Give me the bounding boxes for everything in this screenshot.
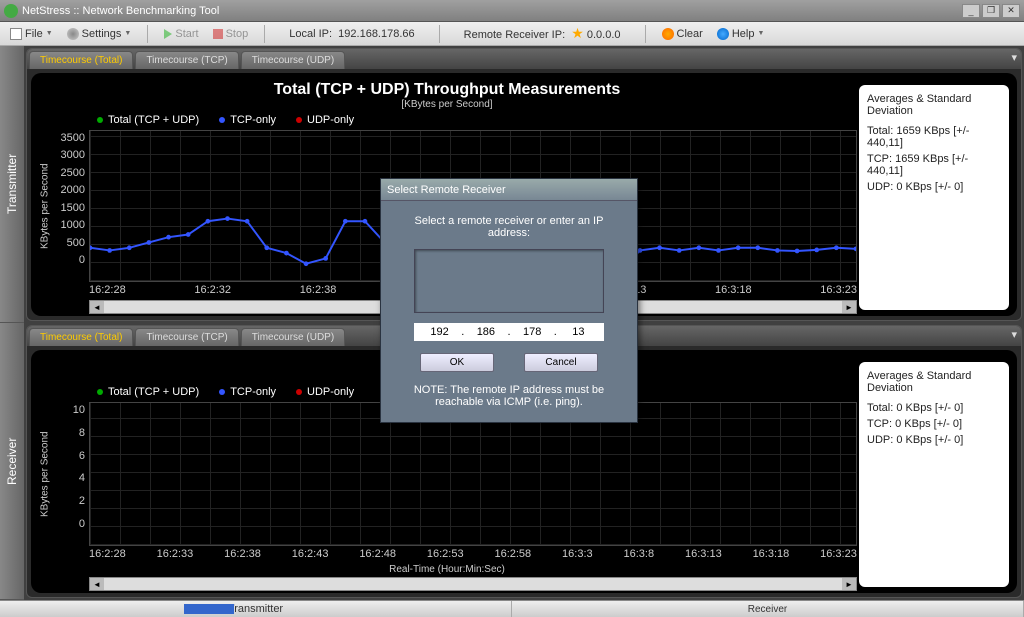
rx-stats-box: Averages & Standard Deviation Total: 0 K… [859,362,1009,587]
chart-subtitle: [KBytes per Second] [37,99,857,110]
stats-header: Averages & Standard Deviation [867,93,1001,117]
stop-button[interactable]: Stop [207,26,255,42]
minimize-button[interactable]: _ [962,4,980,18]
local-ip-label: Local IP: 192.168.178.66 [289,28,414,40]
legend-dot-total [97,389,103,395]
progress-indicator [184,604,234,614]
sidebar-receiver: Receiver [0,323,24,600]
dialog-title: Select Remote Receiver [381,179,637,201]
stat-tcp: TCP: 1659 KBps [+/- 440,11] [867,153,1001,177]
legend-dot-udp [296,389,302,395]
y-axis-label: KBytes per Second [37,130,53,282]
status-receiver: Receiver [512,601,1024,617]
clear-icon [662,28,674,40]
legend-dot-total [97,117,103,123]
dialog-note: NOTE: The remote IP address must be reac… [399,384,619,408]
tab-timecourse-total[interactable]: Timecourse (Total) [29,328,133,346]
dialog-prompt: Select a remote receiver or enter an IP … [399,215,619,239]
file-menu[interactable]: File▼ [4,26,59,42]
stat-udp: UDP: 0 KBps [+/- 0] [867,434,1001,446]
stat-total: Total: 1659 KBps [+/- 440,11] [867,125,1001,149]
legend-dot-tcp [219,117,225,123]
tab-timecourse-tcp[interactable]: Timecourse (TCP) [135,51,238,69]
rx-plot-area [89,402,857,546]
sidebar-transmitter: Transmitter [0,46,24,323]
status-transmitter: Transmitter [0,601,512,617]
y-ticks: 1086420 [53,402,89,546]
maximize-button[interactable]: ❐ [982,4,1000,18]
tab-timecourse-total[interactable]: Timecourse (Total) [29,51,133,69]
close-button[interactable]: ✕ [1002,4,1020,18]
chart-scrollbar[interactable]: ◄► [89,577,857,591]
ok-button[interactable]: OK [420,353,494,372]
panel-menu-icon[interactable]: ▾ [1011,328,1017,341]
main-toolbar: File▼ Settings▼ Start Stop Local IP: 192… [0,22,1024,46]
tab-timecourse-tcp[interactable]: Timecourse (TCP) [135,328,238,346]
remote-ip-label: Remote Receiver IP: ★ 0.0.0.0 [464,25,621,42]
chart-legend: Total (TCP + UDP) TCP-only UDP-only [97,114,857,126]
star-icon: ★ [571,25,584,41]
settings-menu[interactable]: Settings▼ [61,26,138,42]
section-sidebar: Transmitter Receiver [0,46,24,600]
x-axis-label: Real-Time (Hour:Min:Sec) [37,564,857,575]
legend-dot-tcp [219,389,225,395]
chart-title: Total (TCP + UDP) Throughput Measurement… [37,81,857,99]
status-bar: Transmitter Receiver [0,600,1024,617]
help-icon [717,28,729,40]
tab-timecourse-udp[interactable]: Timecourse (UDP) [241,328,345,346]
help-menu[interactable]: Help▼ [711,26,771,42]
play-icon [164,29,172,39]
stat-tcp: TCP: 0 KBps [+/- 0] [867,418,1001,430]
window-titlebar: NetStress :: Network Benchmarking Tool _… [0,0,1024,22]
select-remote-receiver-dialog: Select Remote Receiver Select a remote r… [380,178,638,423]
file-icon [10,28,22,40]
gear-icon [67,28,79,40]
stats-header: Averages & Standard Deviation [867,370,1001,394]
x-ticks: 16:2:2816:2:3316:2:3816:2:4316:2:4816:2:… [37,546,857,562]
tx-stats-box: Averages & Standard Deviation Total: 165… [859,85,1009,310]
stop-icon [213,29,223,39]
legend-dot-udp [296,117,302,123]
stat-total: Total: 0 KBps [+/- 0] [867,402,1001,414]
receiver-listbox[interactable] [414,249,604,313]
stat-udp: UDP: 0 KBps [+/- 0] [867,181,1001,193]
y-ticks: 3500300025002000150010005000 [53,130,89,282]
tab-timecourse-udp[interactable]: Timecourse (UDP) [241,51,345,69]
y-axis-label: KBytes per Second [37,402,53,546]
app-icon [4,4,18,18]
clear-button[interactable]: Clear [656,26,709,42]
ip-address-input[interactable]: 192. 186. 178. 13 [414,323,604,341]
window-title: NetStress :: Network Benchmarking Tool [22,5,219,17]
panel-menu-icon[interactable]: ▾ [1011,51,1017,64]
start-button[interactable]: Start [158,26,204,42]
cancel-button[interactable]: Cancel [524,353,598,372]
